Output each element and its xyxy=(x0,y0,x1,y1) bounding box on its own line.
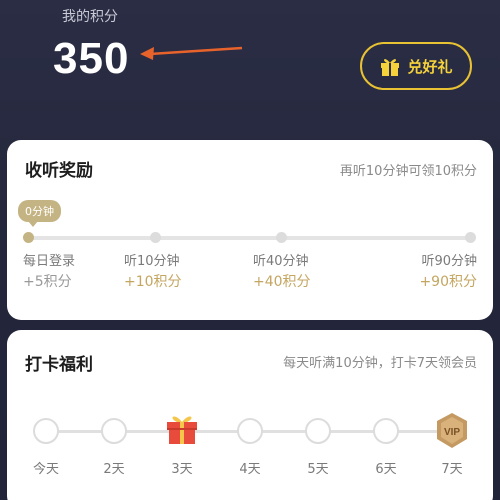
points-value: 350 xyxy=(53,34,130,83)
milestone-reward: +40积分 xyxy=(253,274,311,290)
milestone-label: 听90分钟 xyxy=(421,254,477,269)
milestone-dot xyxy=(276,232,287,243)
checkin-day-circle xyxy=(373,418,399,444)
redeem-gifts-button[interactable]: 兑好礼 xyxy=(360,42,472,90)
milestone-label: 每日登录 xyxy=(23,254,76,269)
milestone-10min: 听10分钟 +10积分 xyxy=(124,252,182,292)
checkin-day-label: 5天 xyxy=(307,462,329,477)
listen-reward-card: 收听奖励 再听10分钟可领10积分 0分钟 每日登录 +5积分 听10分钟 +1… xyxy=(7,140,493,320)
listen-reward-title: 收听奖励 xyxy=(25,161,93,181)
checkin-day-circle xyxy=(33,418,59,444)
checkin-day-circle xyxy=(305,418,331,444)
milestone-dot xyxy=(465,232,476,243)
checkin-day-label: 3天 xyxy=(171,462,193,477)
checkin-title: 打卡福利 xyxy=(25,355,93,375)
vip-label: VIP xyxy=(444,427,460,438)
progress-track xyxy=(27,236,473,240)
checkin-day-label: 6天 xyxy=(375,462,397,477)
points-label: 我的积分 xyxy=(62,9,118,25)
vip-badge-icon: VIP xyxy=(437,413,467,448)
gift-icon xyxy=(381,59,400,76)
checkin-day-circle xyxy=(101,418,127,444)
checkin-day-circle xyxy=(237,418,263,444)
milestone-login: 每日登录 +5积分 xyxy=(23,252,75,292)
milestone-label: 听40分钟 xyxy=(253,254,309,269)
redeem-label: 兑好礼 xyxy=(407,57,453,76)
checkin-day-label: 2天 xyxy=(103,462,125,477)
checkin-hint: 每天听满10分钟，打卡7天领会员 xyxy=(283,356,477,371)
checkin-day-label: 今天 xyxy=(32,462,59,477)
gift-icon xyxy=(167,416,197,444)
checkin-day-label: 4天 xyxy=(239,462,261,477)
milestone-reward: +5积分 xyxy=(23,274,72,290)
arrow-annotation-icon xyxy=(140,46,243,60)
milestone-dot xyxy=(150,232,161,243)
listen-reward-hint: 再听10分钟可领10积分 xyxy=(339,164,477,179)
milestone-dot xyxy=(23,232,34,243)
milestone-reward: +90积分 xyxy=(419,274,477,290)
milestone-label: 听10分钟 xyxy=(124,254,180,269)
milestone-reward: +10积分 xyxy=(124,274,182,290)
checkin-day-label: 7天 xyxy=(441,462,463,477)
checkin-card: 打卡福利 每天听满10分钟，打卡7天领会员 VIP 今天 2天 3天 4天 5天… xyxy=(7,330,493,500)
milestone-40min: 听40分钟 +40积分 xyxy=(253,252,311,292)
milestone-90min: 听90分钟 +90积分 xyxy=(419,252,477,292)
progress-bubble: 0分钟 xyxy=(18,200,61,227)
